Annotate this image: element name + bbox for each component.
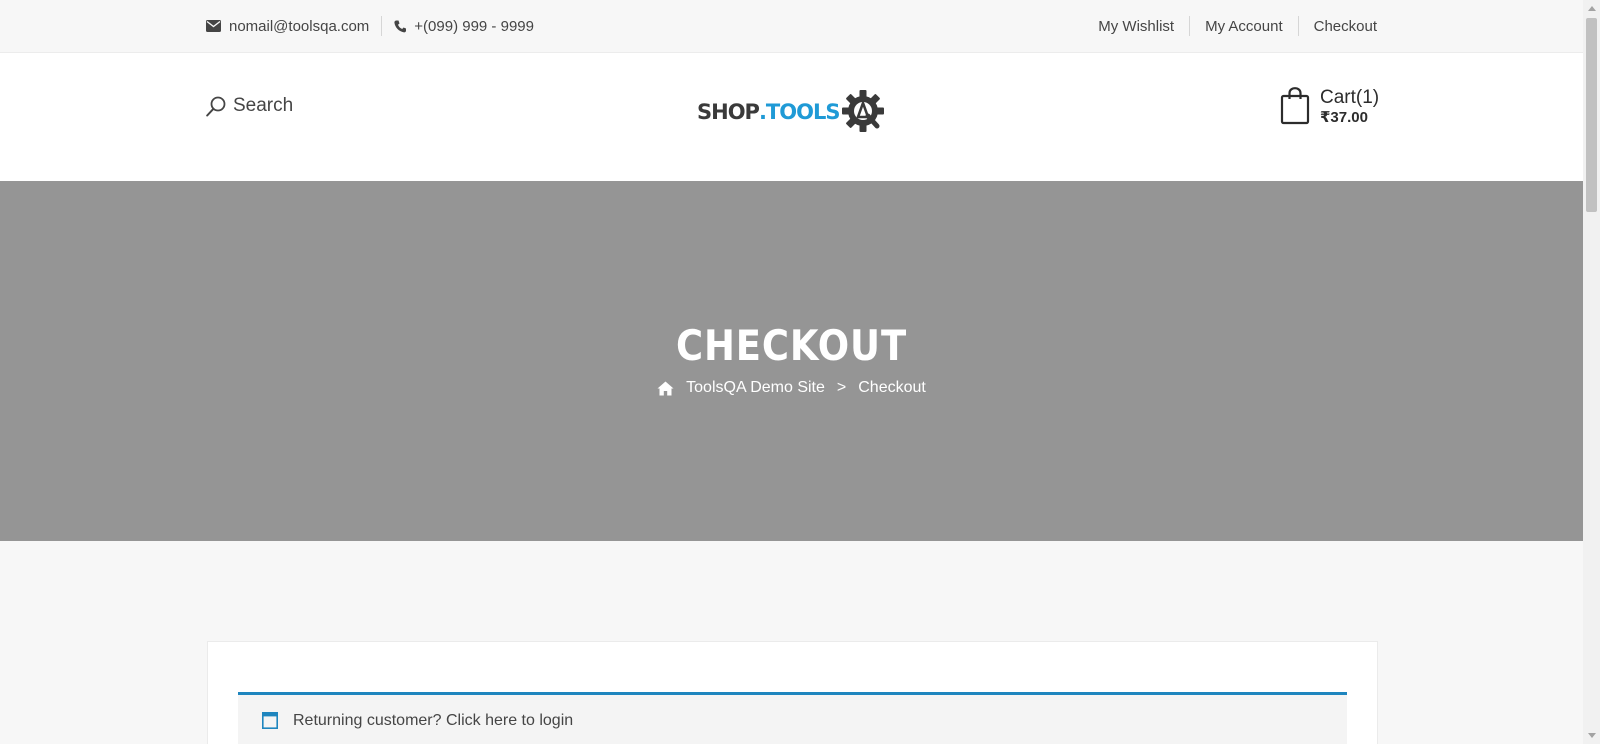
email-text: nomail@toolsqa.com [229, 17, 370, 35]
search-button[interactable]: Search [206, 95, 293, 117]
breadcrumb-current: Checkout [858, 379, 926, 396]
my-account-link[interactable]: My Account [1205, 18, 1283, 35]
logo-text-tools: .TOOLS [758, 100, 841, 124]
window-icon [262, 712, 278, 729]
login-link[interactable]: Click here to login [446, 712, 573, 729]
breadcrumb: ToolsQA Demo Site > Checkout [0, 379, 1583, 397]
contact-info: nomail@toolsqa.com +(099) 999 - 9999 [206, 0, 534, 52]
notice-label: Returning customer? [293, 712, 442, 729]
site-header: Search SHOP .TOOLS Cart(1) ₹37.00 [0, 53, 1583, 181]
page-banner: CHECKOUT ToolsQA Demo Site > Checkout [0, 181, 1583, 541]
search-label: Search [233, 95, 294, 116]
page-title: CHECKOUT [675, 321, 908, 370]
phone-text: +(099) 999 - 9999 [414, 17, 534, 35]
top-links: My Wishlist My Account Checkout [1098, 0, 1377, 52]
checkout-link[interactable]: Checkout [1314, 18, 1377, 35]
logo-text-shop: SHOP [697, 100, 760, 124]
divider [1189, 16, 1191, 36]
shopping-bag-icon [1280, 87, 1310, 125]
notice-text: Returning customer? Click here to login [293, 712, 573, 730]
scrollbar-thumb[interactable] [1586, 18, 1597, 212]
breadcrumb-separator: > [836, 379, 847, 396]
top-bar: nomail@toolsqa.com +(099) 999 - 9999 My … [0, 0, 1583, 53]
cart-label: Cart(1) [1320, 87, 1380, 108]
cart-button[interactable]: Cart(1) ₹37.00 [1280, 87, 1379, 127]
my-wishlist-link[interactable]: My Wishlist [1098, 18, 1174, 35]
breadcrumb-home-link[interactable]: ToolsQA Demo Site [686, 379, 825, 397]
search-icon [206, 96, 226, 116]
phone-contact: +(099) 999 - 9999 [394, 18, 534, 35]
cart-summary: Cart(1) ₹37.00 [1320, 87, 1379, 127]
page: nomail@toolsqa.com +(099) 999 - 9999 My … [0, 0, 1583, 744]
cart-total: ₹37.00 [1320, 109, 1368, 126]
divider [1297, 16, 1299, 36]
home-icon[interactable] [657, 381, 674, 396]
divider [381, 16, 383, 36]
envelope-icon [206, 20, 221, 32]
phone-icon [394, 20, 407, 32]
email-contact: nomail@toolsqa.com [206, 18, 369, 35]
scroll-up-arrow-icon[interactable] [1583, 0, 1600, 17]
returning-customer-notice: Returning customer? Click here to login [238, 692, 1347, 744]
scrollbar[interactable] [1583, 0, 1600, 744]
site-logo[interactable]: SHOP .TOOLS [697, 89, 887, 135]
gear-logo-icon [842, 90, 885, 132]
checkout-content: Returning customer? Click here to login [207, 641, 1378, 744]
scroll-down-arrow-icon[interactable] [1583, 727, 1600, 744]
